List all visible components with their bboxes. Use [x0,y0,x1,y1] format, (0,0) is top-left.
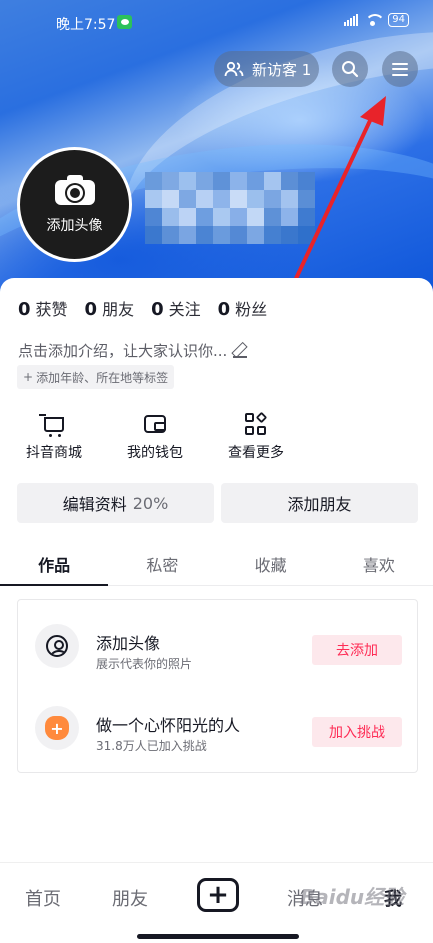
task-list: 添加头像 展示代表你的照片 去添加 + 做一个心怀阳光的人 31.8万人已加入挑… [17,599,418,773]
stat-following[interactable]: 0 关注 [151,296,201,320]
tab-private[interactable]: 私密 [108,540,216,585]
edit-pencil-icon [233,344,248,358]
stat-followers[interactable]: 0 粉丝 [218,296,268,320]
search-icon [342,61,359,78]
create-post-button[interactable]: + [197,878,239,912]
task-title: 添加头像 [96,634,161,653]
battery-icon: 94 [388,13,409,27]
profile-stats: 0 获赞 0 朋友 0 关注 0 粉丝 [18,296,267,320]
add-avatar-button[interactable]: 添加头像 [17,147,132,262]
add-friend-button[interactable]: 添加朋友 [221,483,418,523]
more-grid-icon [245,411,268,435]
shortcut-mall[interactable]: 抖音商城 [9,410,99,462]
profile-action-row: 编辑资料 20% 添加朋友 [17,483,418,523]
user-icon [46,635,68,657]
stat-friends[interactable]: 0 朋友 [85,296,135,320]
shortcut-more[interactable]: 查看更多 [211,410,301,462]
task-subtitle: 31.8万人已加入挑战 [96,739,207,753]
status-time: 晚上7:57 [56,17,116,33]
plus-icon: + [207,880,229,910]
edit-profile-label: 编辑资料 [62,495,127,514]
camera-icon [54,174,95,205]
task-item-challenge: + 做一个心怀阳光的人 31.8万人已加入挑战 加入挑战 [18,686,419,766]
nav-home[interactable]: 首页 [25,885,61,911]
shortcut-wallet-label: 我的钱包 [127,445,183,461]
stat-likes[interactable]: 0 获赞 [18,296,68,320]
tab-favorites[interactable]: 收藏 [217,540,325,585]
tab-likes[interactable]: 喜欢 [325,540,433,585]
status-bar: 晚上7:57 94 [0,0,433,44]
content-tabs: 作品 私密 收藏 喜欢 [0,540,433,586]
add-avatar-label: 添加头像 [46,217,103,234]
task-title: 做一个心怀阳光的人 [96,716,241,735]
shortcut-wallet[interactable]: 我的钱包 [110,410,200,462]
nav-friends[interactable]: 朋友 [112,885,148,911]
shortcut-row: 抖音商城 我的钱包 查看更多 [0,410,300,466]
hamburger-menu-icon [392,62,408,76]
sun-badge-icon: + [45,716,69,740]
add-friend-label: 添加朋友 [287,495,352,514]
plus-icon: + [23,370,34,384]
wifi-icon [365,14,386,26]
task-item-add-avatar: 添加头像 展示代表你的照片 去添加 [18,604,419,684]
new-visitors-label: 新访客 1 [252,60,312,79]
add-tags-chip[interactable]: + 添加年龄、所在地等标签 [17,365,175,389]
home-indicator[interactable] [137,934,299,939]
edit-profile-button[interactable]: 编辑资料 20% [17,483,214,523]
add-tags-label: 添加年龄、所在地等标签 [36,370,169,385]
watermark: Baidu经验 [300,885,405,909]
profile-completion: 20% [132,493,169,513]
bio-placeholder: 点击添加介绍，让大家认识你... [18,342,228,360]
signal-icon [344,14,359,26]
shortcut-more-label: 查看更多 [228,445,284,461]
bottom-navigation: 首页 朋友 + 消息 我 Baidu经验 [0,862,433,943]
bio-prompt[interactable]: 点击添加介绍，让大家认识你... [18,340,248,361]
search-button[interactable] [332,51,368,87]
join-challenge-button[interactable]: 加入挑战 [312,717,402,747]
shortcut-mall-label: 抖音商城 [26,445,82,461]
profile-card: 0 获赞 0 朋友 0 关注 0 粉丝 点击添加介绍，让大家认识你... + 添加年龄、… [0,278,433,943]
wallet-icon [144,415,166,433]
task-subtitle: 展示代表你的照片 [96,657,193,671]
new-visitors-button[interactable]: 新访客 1 [214,51,319,87]
username-blurred [145,172,315,244]
go-add-avatar-button[interactable]: 去添加 [312,635,402,665]
menu-button[interactable] [382,51,418,87]
visitors-icon [224,61,244,77]
cart-icon [39,413,64,437]
wechat-notification-icon [117,15,132,29]
tab-works[interactable]: 作品 [0,540,109,586]
